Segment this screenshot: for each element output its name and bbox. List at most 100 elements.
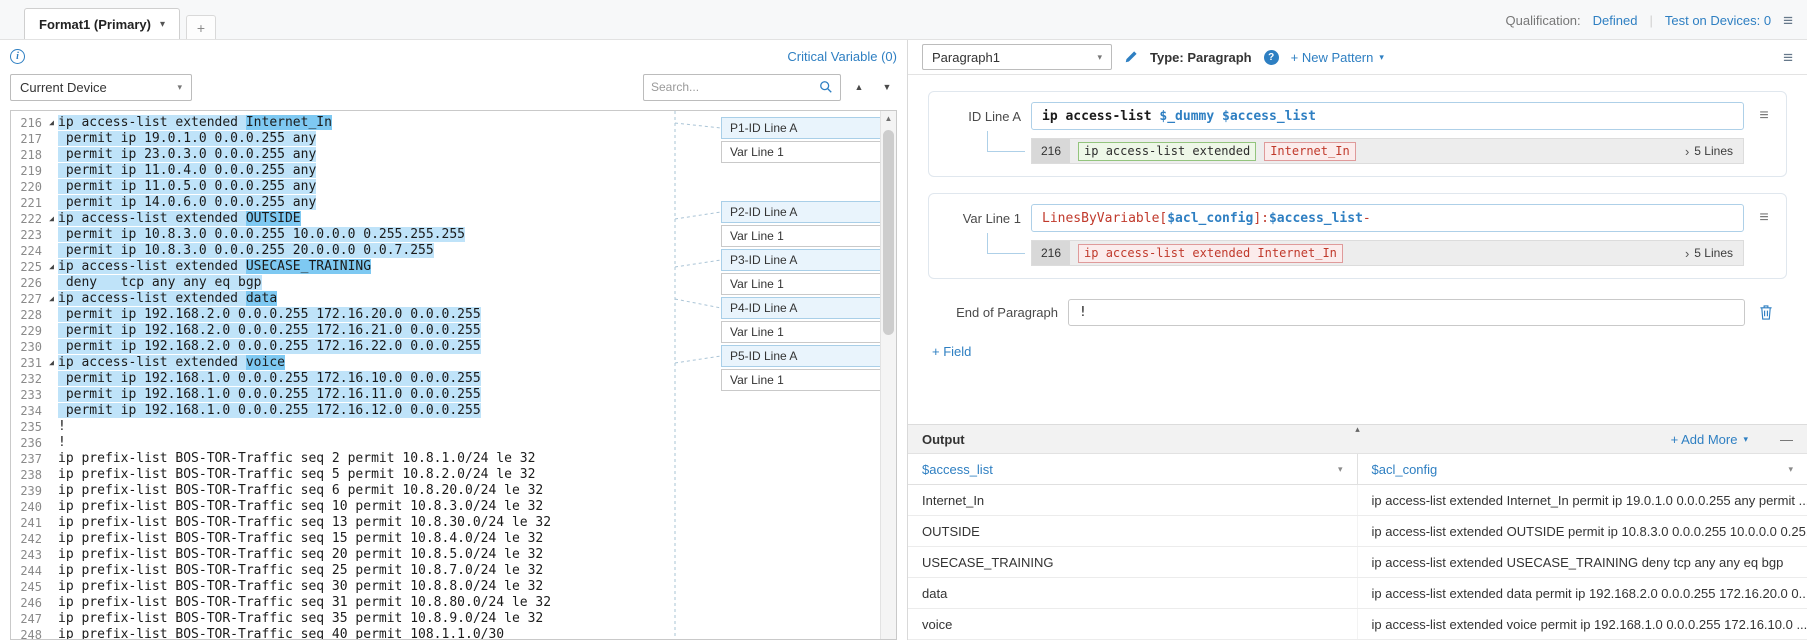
var-line-connector	[941, 240, 1031, 266]
fold-toggle-icon[interactable]: ◢	[45, 291, 58, 307]
new-pattern-button[interactable]: + New Pattern ▾	[1291, 50, 1384, 65]
pattern-marker-id[interactable]: P2-ID Line A	[721, 201, 883, 223]
code-line[interactable]: 245ip prefix-list BOS-TOR-Traffic seq 30…	[11, 579, 880, 595]
line-number: 239	[11, 483, 45, 499]
device-selector[interactable]: Current Device ▾	[10, 74, 192, 101]
info-icon[interactable]: i	[10, 49, 25, 64]
pattern-token: $acl_config	[1167, 211, 1253, 226]
chevron-down-icon: ▾	[1097, 52, 1102, 63]
line-number: 217	[11, 131, 45, 147]
code-text: ip prefix-list BOS-TOR-Traffic seq 5 per…	[58, 467, 535, 483]
code-line[interactable]: 234 permit ip 192.168.1.0 0.0.0.255 172.…	[11, 403, 880, 419]
code-line[interactable]: 220 permit ip 11.0.5.0 0.0.0.255 any	[11, 179, 880, 195]
fold-spacer	[45, 339, 58, 355]
chevron-down-icon: ▾	[1788, 464, 1793, 475]
pattern-token: LinesByVariable[	[1042, 211, 1167, 226]
id-line-pattern-input[interactable]: ip access-list $_dummy $access_list	[1031, 102, 1744, 130]
output-row[interactable]: OUTSIDEip access-list extended OUTSIDE p…	[908, 516, 1807, 547]
menu-icon[interactable]: ≡	[1783, 12, 1793, 29]
pattern-marker-id[interactable]: P1-ID Line A	[721, 117, 883, 139]
trash-icon[interactable]	[1755, 305, 1777, 320]
code-text-segment: ip prefix-list BOS-TOR-Traffic seq 5 per…	[58, 467, 535, 482]
id-line-connector	[941, 138, 1031, 164]
tab-format1-primary[interactable]: Format1 (Primary) ▾	[24, 8, 180, 39]
vertical-scrollbar[interactable]: ▲	[880, 111, 896, 639]
scrollbar-thumb[interactable]	[883, 130, 894, 335]
search-input[interactable]	[651, 80, 819, 94]
line-number: 229	[11, 323, 45, 339]
column-header-access-list[interactable]: $access_list ▾	[908, 454, 1358, 484]
output-row[interactable]: dataip access-list extended data permit …	[908, 578, 1807, 609]
code-text-segment: ip prefix-list BOS-TOR-Traffic seq 20 pe…	[58, 547, 543, 562]
expand-lines-link[interactable]: ›5 Lines	[1685, 144, 1733, 159]
column-header-acl-config[interactable]: $acl_config ▾	[1358, 454, 1807, 484]
find-previous-button[interactable]: ▲	[849, 76, 869, 98]
code-line[interactable]: 238ip prefix-list BOS-TOR-Traffic seq 5 …	[11, 467, 880, 483]
id-line-menu-icon[interactable]: ≡	[1754, 107, 1774, 125]
search-icon[interactable]	[819, 80, 833, 94]
pattern-marker-id[interactable]: P4-ID Line A	[721, 297, 883, 319]
var-line-label: Var Line 1	[941, 211, 1021, 226]
scroll-up-icon[interactable]: ▲	[881, 111, 896, 126]
code-line[interactable]: 241ip prefix-list BOS-TOR-Traffic seq 13…	[11, 515, 880, 531]
code-line[interactable]: 235!	[11, 419, 880, 435]
code-text-segment: permit ip 19.0.1.0 0.0.0.255 any	[58, 131, 316, 146]
fold-toggle-icon[interactable]: ◢	[45, 259, 58, 275]
acl-name-highlight: Internet_In	[246, 115, 332, 130]
pattern-marker-var[interactable]: Var Line 1	[721, 225, 883, 247]
pattern-marker-id[interactable]: P5-ID Line A	[721, 345, 883, 367]
new-tab-button[interactable]: +	[186, 15, 216, 39]
right-panel-header: Paragraph1 ▾ Type: Paragraph ? + New Pat…	[908, 40, 1807, 74]
code-line[interactable]: 243ip prefix-list BOS-TOR-Traffic seq 20…	[11, 547, 880, 563]
fold-toggle-icon[interactable]: ◢	[45, 115, 58, 131]
expand-lines-link[interactable]: ›5 Lines	[1685, 246, 1733, 261]
code-line[interactable]: 246ip prefix-list BOS-TOR-Traffic seq 31…	[11, 595, 880, 611]
fold-toggle-icon[interactable]: ◢	[45, 355, 58, 371]
line-number: 232	[11, 371, 45, 387]
find-next-button[interactable]: ▼	[877, 76, 897, 98]
code-text: ip prefix-list BOS-TOR-Traffic seq 35 pe…	[58, 611, 543, 627]
code-line[interactable]: 219 permit ip 11.0.4.0 0.0.0.255 any	[11, 163, 880, 179]
code-text-segment: permit ip 192.168.1.0 0.0.0.255 172.16.1…	[58, 371, 481, 386]
help-icon[interactable]: ?	[1264, 50, 1279, 65]
test-on-devices-link[interactable]: Test on Devices: 0	[1665, 13, 1771, 28]
fold-spacer	[45, 419, 58, 435]
output-row[interactable]: USECASE_TRAININGip access-list extended …	[908, 547, 1807, 578]
minimize-icon[interactable]: —	[1780, 432, 1793, 447]
var-line-pattern-input[interactable]: LinesByVariable[$acl_config]:$access_lis…	[1031, 204, 1744, 232]
pattern-marker-var[interactable]: Var Line 1	[721, 141, 883, 163]
code-text: permit ip 192.168.2.0 0.0.0.255 172.16.2…	[58, 323, 481, 339]
code-line[interactable]: 240ip prefix-list BOS-TOR-Traffic seq 10…	[11, 499, 880, 515]
code-line[interactable]: 237ip prefix-list BOS-TOR-Traffic seq 2 …	[11, 451, 880, 467]
code-line[interactable]: 248ip prefix-list BOS-TOR-Traffic seq 40…	[11, 627, 880, 640]
type-label: Type: Paragraph	[1150, 50, 1252, 65]
add-more-button[interactable]: + Add More ▾	[1671, 432, 1748, 447]
add-field-button[interactable]: + Field	[932, 344, 971, 359]
paragraph-selector[interactable]: Paragraph1 ▾	[922, 44, 1112, 70]
pattern-marker-var[interactable]: Var Line 1	[721, 321, 883, 343]
config-text-editor[interactable]: 216◢ip access-list extended Internet_In2…	[10, 110, 897, 640]
qualification-value-link[interactable]: Defined	[1593, 13, 1638, 28]
code-line[interactable]: 239ip prefix-list BOS-TOR-Traffic seq 6 …	[11, 483, 880, 499]
output-row[interactable]: voiceip access-list extended voice permi…	[908, 609, 1807, 640]
line-number: 235	[11, 419, 45, 435]
var-line-menu-icon[interactable]: ≡	[1754, 209, 1774, 227]
edit-pencil-icon[interactable]	[1124, 50, 1138, 64]
collapse-caret-icon[interactable]: ▴	[1355, 424, 1360, 435]
code-line[interactable]: 242ip prefix-list BOS-TOR-Traffic seq 15…	[11, 531, 880, 547]
output-cell-acl-config: ip access-list extended OUTSIDE permit i…	[1358, 516, 1807, 546]
pattern-marker-var[interactable]: Var Line 1	[721, 273, 883, 295]
fold-toggle-icon[interactable]: ◢	[45, 211, 58, 227]
id-line-group: ID Line A ip access-list $_dummy $access…	[928, 91, 1787, 177]
output-row[interactable]: Internet_Inip access-list extended Inter…	[908, 485, 1807, 516]
pattern-marker-var[interactable]: Var Line 1	[721, 369, 883, 391]
code-text: permit ip 23.0.3.0 0.0.0.255 any	[58, 147, 316, 163]
critical-variable-link[interactable]: Critical Variable (0)	[787, 49, 897, 64]
panel-menu-icon[interactable]: ≡	[1783, 49, 1793, 66]
pattern-token: -	[1363, 211, 1371, 226]
pattern-marker-id[interactable]: P3-ID Line A	[721, 249, 883, 271]
code-line[interactable]: 244ip prefix-list BOS-TOR-Traffic seq 25…	[11, 563, 880, 579]
end-of-paragraph-input[interactable]: !	[1068, 299, 1745, 326]
code-line[interactable]: 236!	[11, 435, 880, 451]
code-line[interactable]: 247ip prefix-list BOS-TOR-Traffic seq 35…	[11, 611, 880, 627]
